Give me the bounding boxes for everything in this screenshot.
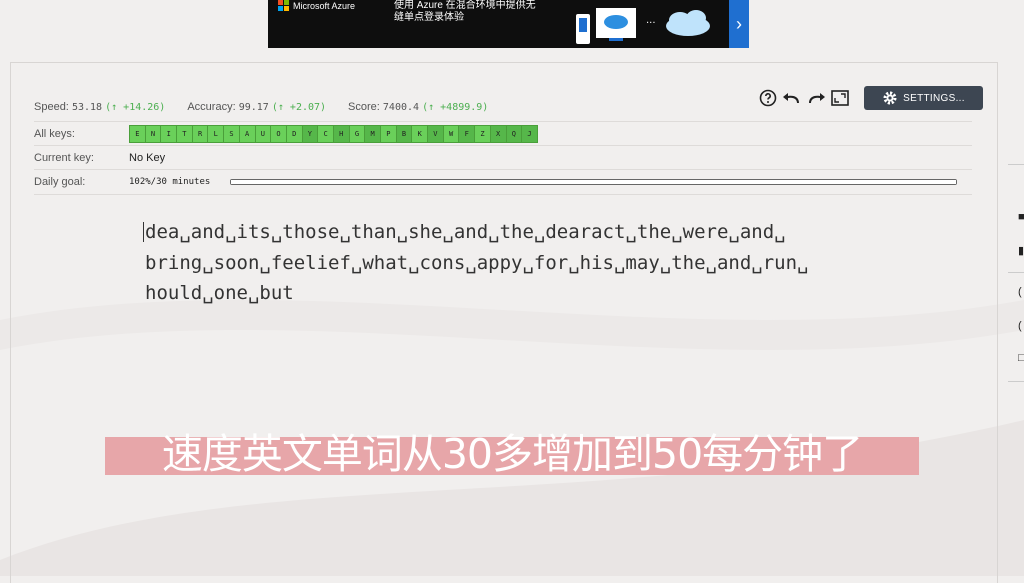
key-chip: E (129, 125, 146, 143)
key-chip: T (176, 125, 193, 143)
score-stat: Score: 7400.4 (↑ +4899.9) (348, 101, 488, 113)
help-icon[interactable] (758, 88, 778, 108)
ad-brand: Microsoft Azure (278, 0, 355, 11)
cloud-illustration-icon: ··· (576, 8, 710, 44)
score-label: Score: (348, 101, 380, 113)
redo-icon[interactable] (806, 88, 826, 108)
key-chip: G (348, 125, 366, 143)
typing-line-3: hould␣one␣but (145, 282, 294, 304)
key-chip: B (395, 125, 413, 143)
right-side-panel: ■ ▮ ( ( □ (1008, 164, 1024, 382)
score-delta: (↑ +4899.9) (422, 102, 489, 113)
ad-next-arrow-icon[interactable]: › (729, 0, 749, 48)
key-chip: H (332, 125, 350, 143)
key-chip: O (270, 125, 287, 143)
key-chip: L (207, 125, 225, 143)
key-chip: V (427, 125, 444, 143)
key-chip: I (160, 125, 178, 143)
speed-stat: Speed: 53.18 (↑ +14.26) (34, 101, 165, 113)
key-list: ENITRLSAUODYCHGMPBKVWFZXQJ (129, 125, 538, 143)
current-key-value: No Key (129, 152, 166, 164)
toolbar: SETTINGS... (758, 86, 983, 110)
key-chip: N (144, 125, 162, 143)
score-value: 7400.4 (382, 102, 420, 113)
undo-icon[interactable] (782, 88, 802, 108)
daily-goal-label: Daily goal: (34, 176, 86, 188)
side-icon-5[interactable]: □ (1018, 352, 1024, 364)
ad-dots: ··· (646, 18, 656, 29)
microsoft-logo-icon (278, 0, 289, 11)
all-keys-row: All keys: ENITRLSAUODYCHGMPBKVWFZXQJ (34, 121, 972, 146)
accuracy-delta: (↑ +2.07) (271, 102, 327, 113)
ad-banner[interactable]: Microsoft Azure 使用 Azure 在混合环境中提供无 缝单点登录… (268, 0, 749, 48)
key-chip: C (317, 125, 334, 143)
ad-brand-text: Microsoft Azure (293, 0, 356, 11)
accuracy-label: Accuracy: (187, 101, 236, 113)
speed-delta: (↑ +14.26) (105, 102, 166, 113)
key-chip: Z (474, 125, 491, 143)
fullscreen-icon[interactable] (830, 88, 850, 108)
key-chip: Q (505, 125, 523, 143)
video-subtitle: 速度英文单词从30多增加到50每分钟了 (161, 430, 863, 478)
ad-copy-line1: 使用 Azure 在混合环境中提供无 (394, 0, 536, 11)
key-chip: P (380, 125, 397, 143)
speed-value: 53.18 (71, 102, 103, 113)
key-chip: K (411, 125, 429, 143)
all-keys-label: All keys: (34, 128, 75, 140)
daily-goal-value: 102%/30 minutes (129, 177, 211, 187)
ad-copy: 使用 Azure 在混合环境中提供无 缝单点登录体验 (394, 0, 554, 24)
key-chip: D (285, 125, 303, 143)
daily-goal-progress-fill (231, 180, 956, 184)
settings-label: SETTINGS... (903, 92, 965, 104)
stats-bar: Speed: 53.18 (↑ +14.26) Accuracy: 99.17 … (34, 101, 488, 113)
key-chip: M (364, 125, 381, 143)
key-chip: R (191, 125, 209, 143)
key-chip: A (238, 125, 256, 143)
key-chip: S (223, 125, 240, 143)
ad-copy-line2: 缝单点登录体验 (394, 12, 464, 23)
side-icon-1[interactable]: ■ (1018, 211, 1024, 223)
speed-label: Speed: (34, 101, 69, 113)
gear-icon (883, 91, 897, 105)
typing-line-2: bring␣soon␣feelief␣what␣cons␣appy␣for␣hi… (145, 251, 809, 274)
side-icon-4[interactable]: ( (1018, 320, 1024, 332)
current-key-row: Current key: No Key (34, 145, 972, 170)
accuracy-stat: Accuracy: 99.17 (↑ +2.07) (187, 101, 326, 113)
daily-goal-row: Daily goal: 102%/30 minutes (34, 169, 972, 195)
side-icon-3[interactable]: ( (1018, 286, 1024, 298)
accuracy-value: 99.17 (238, 102, 269, 113)
key-chip: Y (301, 125, 319, 143)
text-cursor (143, 222, 144, 242)
typing-text-area[interactable]: dea␣and␣its␣those␣than␣she␣and␣the␣deara… (143, 217, 845, 309)
key-chip: F (458, 125, 476, 143)
key-chip: J (521, 125, 538, 143)
typing-line-1: dea␣and␣its␣those␣than␣she␣and␣the␣deara… (145, 221, 786, 243)
key-chip: X (489, 125, 507, 143)
side-icon-2[interactable]: ▮ (1018, 244, 1024, 257)
key-chip: U (254, 125, 272, 143)
key-chip: W (442, 125, 460, 143)
daily-goal-progress-bar (230, 179, 957, 185)
current-key-label: Current key: (34, 152, 94, 164)
settings-button[interactable]: SETTINGS... (864, 86, 983, 110)
